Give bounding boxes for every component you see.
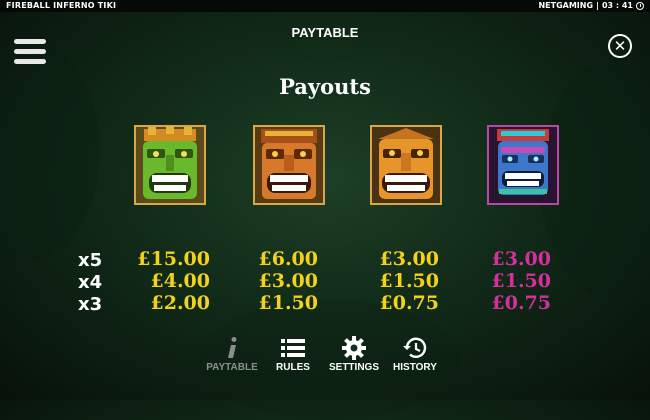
- orange-tiki-symbol: [253, 125, 325, 205]
- nav-paytable[interactable]: PAYTABLE: [197, 334, 267, 373]
- background-foliage: [0, 40, 100, 260]
- status-bar: FIREBALL INFERNO TIKI NETGAMING | 03 : 4…: [0, 0, 650, 12]
- status-bar-right: NETGAMING | 03 : 41: [538, 0, 644, 12]
- provider-name: NETGAMING: [538, 1, 594, 10]
- payout-value: £3.00: [258, 270, 319, 292]
- payout-value: £15.00: [137, 248, 210, 270]
- nav-label: RULES: [276, 362, 310, 373]
- payout-value: £3.00: [379, 248, 440, 270]
- nav-history[interactable]: HISTORY: [380, 334, 450, 373]
- yellow-tiki-symbol: [370, 125, 442, 205]
- hamburger-menu-icon[interactable]: [14, 39, 46, 71]
- multiplier-label: x5: [78, 250, 103, 271]
- blue-tiki-mask-icon: [487, 125, 559, 205]
- nav-label: SETTINGS: [328, 362, 379, 373]
- yellow-tiki-mask-icon: [370, 125, 442, 205]
- nav-label: HISTORY: [393, 362, 437, 373]
- page-title: PAYTABLE: [291, 25, 359, 40]
- payout-value: £3.00: [491, 248, 552, 270]
- clock-icon: [636, 2, 644, 10]
- payout-value: £1.50: [491, 270, 552, 292]
- separator: |: [596, 1, 599, 10]
- payout-value: £1.50: [379, 270, 440, 292]
- list-icon: [258, 334, 328, 362]
- payout-value: £1.50: [258, 292, 319, 314]
- payout-value: £4.00: [150, 270, 211, 292]
- green-tiki-symbol: [134, 125, 206, 205]
- payout-value: £0.75: [491, 292, 552, 314]
- game-title: FIREBALL INFERNO TIKI: [6, 1, 117, 10]
- nav-settings[interactable]: SETTINGS: [319, 334, 389, 373]
- gear-icon: [319, 334, 389, 362]
- clock-time: 03 : 41: [601, 1, 633, 10]
- payout-value: £6.00: [258, 248, 319, 270]
- blue-tiki-symbol: [487, 125, 559, 205]
- multiplier-label: x3: [78, 294, 103, 315]
- nav-rules[interactable]: RULES: [258, 334, 328, 373]
- green-tiki-mask-icon: [134, 125, 206, 205]
- nav-label: PAYTABLE: [206, 362, 258, 373]
- payout-value: £0.75: [379, 292, 440, 314]
- payouts-heading: Payouts: [279, 74, 371, 99]
- info-icon: [197, 334, 267, 362]
- history-icon: [380, 334, 450, 362]
- orange-tiki-mask-icon: [253, 125, 325, 205]
- payout-value: £2.00: [150, 292, 211, 314]
- close-icon[interactable]: ✕: [608, 34, 632, 58]
- multiplier-label: x4: [78, 272, 103, 293]
